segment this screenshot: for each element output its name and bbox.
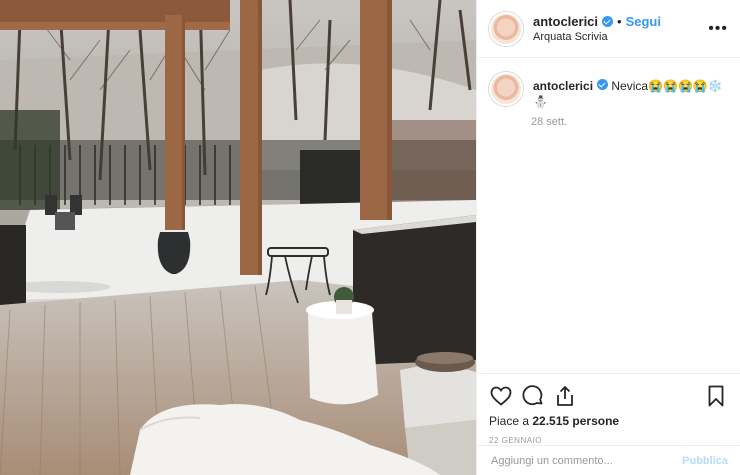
add-comment-bar: Pubblica [477,445,740,475]
comment-input[interactable] [489,453,683,468]
separator-dot: • [617,14,622,29]
comment-icon[interactable] [521,384,545,408]
bookmark-icon[interactable] [704,384,728,408]
likes-label: Piace a [489,414,533,428]
comments-area: antoclerici Nevica😭😭😭😭❄️⛄ 28 sett. [477,58,740,373]
more-options-icon[interactable]: ••• [708,20,728,38]
header-row: antoclerici • Segui [533,14,708,29]
follow-button[interactable]: Segui [626,14,661,29]
location-link[interactable]: Arquata Scrivia [533,31,708,43]
action-icons [489,382,728,410]
caption-text: antoclerici Nevica😭😭😭😭❄️⛄ [533,78,728,110]
likes-number: 22.515 persone [532,414,620,428]
caption-username[interactable]: antoclerici [533,79,593,93]
post-date: 22 gennaio [489,436,543,445]
caption-time: 28 sett. [531,116,568,128]
post-actions: Piace a 22.515 persone 22 gennaio Pubbli… [477,373,740,475]
post-photo[interactable] [0,0,476,475]
post-sidebar: antoclerici • Segui Arquata Scrivia ••• … [476,0,740,475]
caption-row: antoclerici Nevica😭😭😭😭❄️⛄ [489,72,728,110]
share-icon[interactable] [553,384,577,408]
caption-body: Nevica [611,79,649,93]
verified-badge-icon [602,16,614,27]
header-info: antoclerici • Segui Arquata Scrivia [533,14,708,43]
header-username[interactable]: antoclerici [533,14,598,29]
snowy-garden-photo [0,0,476,475]
heart-icon[interactable] [489,384,513,408]
post-header: antoclerici • Segui Arquata Scrivia ••• [477,0,740,58]
likes-count[interactable]: Piace a 22.515 persone [489,414,728,428]
instagram-post: antoclerici • Segui Arquata Scrivia ••• … [0,0,740,475]
caption-avatar[interactable] [489,72,523,106]
caption-verified-badge-icon [597,79,609,90]
avatar[interactable] [489,11,523,46]
publish-button[interactable]: Pubblica [682,455,728,467]
